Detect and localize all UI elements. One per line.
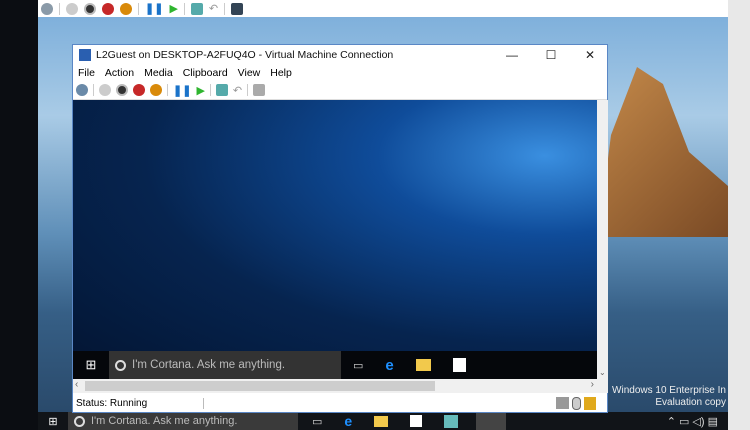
resume-icon[interactable]: ▶: [169, 2, 177, 15]
scroll-right-icon[interactable]: ›: [591, 379, 594, 390]
power-icon[interactable]: [120, 2, 132, 15]
mouse-icon: [572, 396, 581, 410]
vm-connection-window: L2Guest on DESKTOP-A2FUQ4O - Virtual Mac…: [72, 44, 608, 413]
enhanced-session-icon[interactable]: [253, 84, 266, 96]
start-button[interactable]: ⊞: [38, 415, 68, 428]
menu-media[interactable]: Media: [144, 67, 173, 79]
file-explorer-icon[interactable]: [374, 415, 389, 427]
menu-bar: File Action Media Clipboard View Help: [73, 65, 607, 81]
cortana-icon: [74, 415, 85, 427]
status-bar: Status: Running: [73, 393, 608, 413]
ctrl-alt-del-icon[interactable]: [76, 84, 88, 96]
turn-off-icon[interactable]: [116, 84, 128, 96]
revert-icon[interactable]: ↶: [209, 2, 218, 15]
task-view-icon[interactable]: ▭: [312, 415, 322, 428]
guest-cortana-search[interactable]: I'm Cortana. Ask me anything.: [109, 351, 341, 379]
window-edge: [728, 0, 750, 430]
pause-icon[interactable]: ❚❚: [173, 84, 191, 97]
enhanced-session-icon[interactable]: [231, 2, 244, 15]
search-placeholder: I'm Cortana. Ask me anything.: [132, 359, 286, 371]
menu-view[interactable]: View: [238, 67, 261, 79]
maximize-button[interactable]: ☐: [534, 48, 568, 62]
vm-display[interactable]: ⊞ I'm Cortana. Ask me anything. ▭ e: [73, 100, 597, 379]
host-toolbar: ❚❚ ▶ ↶: [38, 0, 728, 17]
minimize-button[interactable]: —: [495, 48, 529, 62]
keyboard-icon: [556, 396, 569, 409]
close-button[interactable]: ✕: [573, 48, 607, 62]
hyperv-manager-icon[interactable]: [444, 414, 459, 428]
vm-connection-icon[interactable]: [476, 412, 507, 430]
horizontal-scrollbar[interactable]: ‹ ›: [73, 379, 608, 393]
revert-icon[interactable]: ↶: [233, 84, 242, 97]
scroll-left-icon[interactable]: ‹: [75, 379, 78, 390]
menu-action[interactable]: Action: [105, 67, 134, 79]
store-icon[interactable]: [452, 358, 466, 372]
checkpoint-icon[interactable]: [215, 84, 228, 96]
scroll-down-icon[interactable]: ⌄: [599, 368, 606, 377]
window-title: L2Guest on DESKTOP-A2FUQ4O - Virtual Mac…: [96, 49, 394, 61]
lock-icon: [584, 396, 596, 410]
menu-help[interactable]: Help: [270, 67, 292, 79]
host-cortana-search[interactable]: I'm Cortana. Ask me anything.: [68, 412, 298, 430]
search-placeholder: I'm Cortana. Ask me anything.: [91, 415, 238, 427]
edge-icon[interactable]: e: [344, 413, 352, 429]
status-text: Status: Running: [76, 397, 204, 409]
edge-icon[interactable]: e: [385, 357, 393, 374]
vm-toolbar: ❚❚ ▶ ↶: [73, 81, 607, 100]
file-explorer-icon[interactable]: [415, 359, 431, 371]
pause-icon[interactable]: ❚❚: [145, 2, 163, 15]
title-bar[interactable]: L2Guest on DESKTOP-A2FUQ4O - Virtual Mac…: [73, 45, 607, 65]
ctrl-alt-del-icon[interactable]: [41, 2, 53, 15]
turn-off-icon[interactable]: [84, 2, 96, 15]
task-view-icon[interactable]: ▭: [353, 359, 363, 372]
start-icon[interactable]: [99, 84, 111, 96]
guest-taskbar: ⊞ I'm Cortana. Ask me anything. ▭ e: [73, 351, 597, 379]
shutdown-icon[interactable]: [133, 84, 145, 96]
cortana-icon: [115, 359, 126, 371]
checkpoint-icon[interactable]: [190, 2, 203, 15]
wallpaper-cliff: [598, 67, 728, 237]
start-icon[interactable]: [66, 2, 78, 15]
system-tray[interactable]: ⌃ ▭ ◁) ▤: [667, 415, 728, 428]
watermark-line1: Windows 10 Enterprise In: [612, 385, 726, 396]
vm-app-icon: [79, 49, 91, 61]
menu-file[interactable]: File: [78, 67, 95, 79]
host-taskbar: ⊞ I'm Cortana. Ask me anything. ▭ e ⌃ ▭ …: [38, 412, 728, 430]
watermark: Windows 10 Enterprise In Evaluation copy: [612, 385, 726, 409]
vertical-scrollbar[interactable]: ⌄: [597, 100, 608, 379]
watermark-line2: Evaluation copy: [655, 397, 726, 408]
resume-icon[interactable]: ▶: [196, 84, 204, 97]
scroll-thumb[interactable]: [85, 381, 435, 391]
menu-clipboard[interactable]: Clipboard: [183, 67, 228, 79]
guest-start-button[interactable]: ⊞: [73, 357, 109, 373]
shutdown-icon[interactable]: [102, 2, 114, 15]
power-icon[interactable]: [150, 84, 162, 96]
store-icon[interactable]: [410, 415, 423, 427]
